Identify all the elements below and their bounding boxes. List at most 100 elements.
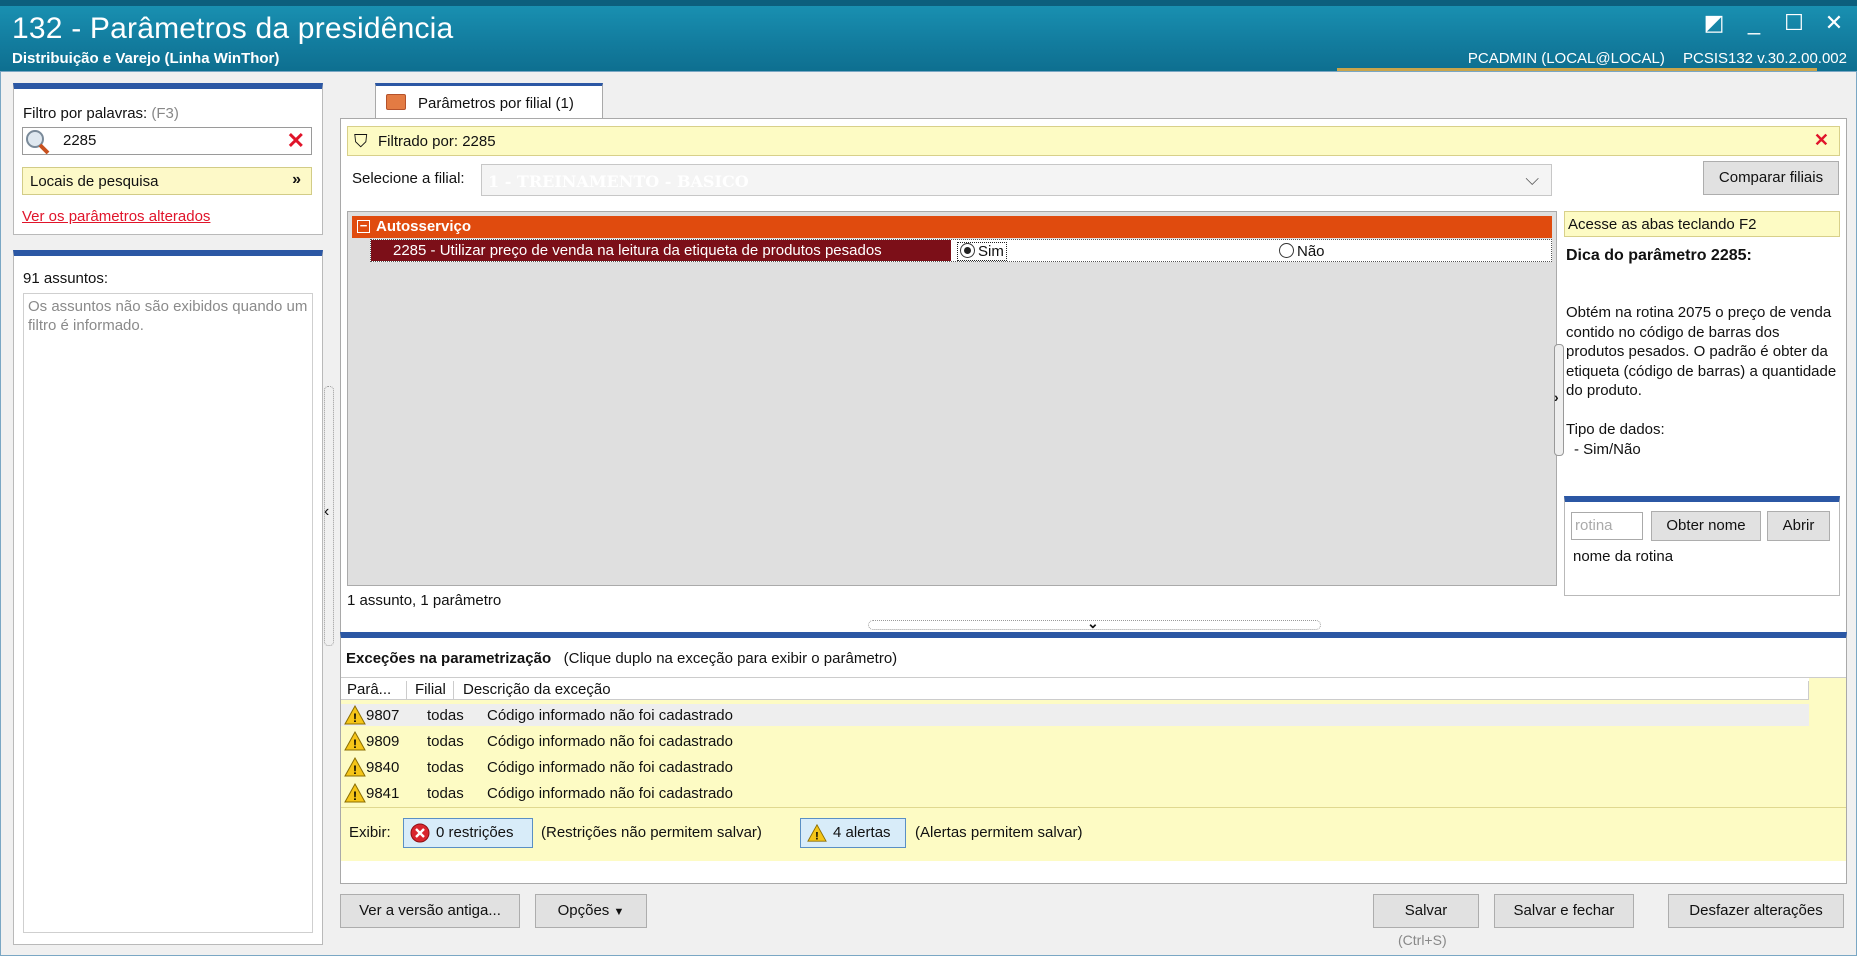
- search-locations-dropdown[interactable]: Locais de pesquisa »: [22, 167, 312, 195]
- subjects-count: 91 assuntos:: [23, 270, 109, 287]
- taskbar-strip: [0, 0, 1857, 6]
- close-icon[interactable]: ✕: [1821, 10, 1847, 36]
- tip-panel: Acesse as abas teclando F2 Dica do parâm…: [1564, 211, 1845, 647]
- tip-text: Obtém na rotina 2075 o preço de venda co…: [1566, 304, 1837, 399]
- warning-icon: !: [344, 783, 366, 803]
- cell-param: 9841: [366, 785, 400, 802]
- svg-text:!: !: [353, 763, 357, 777]
- data-type: Tipo de dados: - Sim/Não: [1566, 420, 1665, 459]
- alerts-note: (Alertas permitem salvar): [915, 824, 1083, 841]
- chevron-down-icon: ⌵: [1525, 169, 1539, 189]
- svg-text:!: !: [353, 711, 357, 725]
- search-locations-label: Locais de pesquisa: [30, 173, 159, 190]
- branch-selected-value: 1 - TREINAMENTO - BASICO: [488, 172, 749, 191]
- window-subtitle: Distribuição e Varejo (Linha WinThor): [12, 50, 280, 67]
- options-label: Opções: [557, 902, 610, 919]
- radio-nao-label: Não: [1297, 243, 1325, 260]
- tip-title: Dica do parâmetro 2285:: [1566, 247, 1752, 264]
- table-row[interactable]: ! 9841 todas Código informado não foi ca…: [341, 782, 1809, 804]
- active-filter-bar: ⛉ Filtrado por: 2285 ✕: [347, 126, 1840, 156]
- alerts-count: 4 alertas: [833, 824, 891, 841]
- column-header-param[interactable]: Parâ...: [347, 681, 391, 699]
- radio-sim-label: Sim: [978, 243, 1004, 260]
- cell-filial: todas: [427, 733, 464, 750]
- changed-params-link[interactable]: Ver os parâmetros alterados: [22, 208, 210, 225]
- subjects-list[interactable]: Os assuntos não são exibidos quando um f…: [23, 293, 313, 933]
- warning-icon: !: [344, 731, 366, 751]
- column-header-filial[interactable]: Filial: [415, 681, 446, 699]
- data-type-label: Tipo de dados:: [1566, 421, 1665, 438]
- cell-param: 9809: [366, 733, 400, 750]
- compare-branches-button[interactable]: Comparar filiais: [1703, 161, 1839, 195]
- save-button[interactable]: Salvar: [1373, 894, 1479, 928]
- double-chevron-down-icon: »: [292, 171, 301, 188]
- subjects-note: Os assuntos não são exibidos quando um f…: [28, 298, 308, 334]
- minimize-icon[interactable]: _: [1741, 10, 1767, 36]
- cell-filial: todas: [427, 785, 464, 802]
- tab-content: ⛉ Filtrado por: 2285 ✕ Selecione a filia…: [340, 118, 1847, 646]
- open-button[interactable]: Abrir: [1767, 511, 1830, 541]
- app-version: PCSIS132 v.30.2.00.002: [1682, 50, 1847, 67]
- group-header[interactable]: − Autosserviço: [352, 216, 1552, 238]
- exceptions-table: Parâ... Filial Descrição da exceção ! 98…: [341, 677, 1846, 807]
- radio-checked-icon: [960, 243, 975, 258]
- title-bar: 132 - Parâmetros da presidência Distribu…: [0, 0, 1857, 71]
- window-controls: ◩ _ ☐ ✕: [1701, 10, 1847, 36]
- branch-label: Selecione a filial:: [352, 170, 465, 187]
- exceptions-subtitle: (Clique duplo na exceção para exibir o p…: [563, 650, 898, 667]
- undo-changes-button[interactable]: Desfazer alterações: [1668, 894, 1844, 928]
- radio-nao[interactable]: Não: [1279, 243, 1325, 260]
- exceptions-footer: Exibir: 0 restrições (Restrições não per…: [341, 807, 1846, 861]
- clear-filter-icon[interactable]: ✕: [287, 128, 305, 154]
- filter-panel: Filtro por palavras: (F3) 2285 ✕ Locais …: [13, 83, 323, 235]
- column-header-desc[interactable]: Descrição da exceção: [463, 681, 611, 699]
- routine-input[interactable]: rotina: [1571, 512, 1643, 540]
- collapse-group-icon[interactable]: −: [357, 219, 370, 233]
- subjects-panel: 91 assuntos: Os assuntos não são exibido…: [13, 250, 323, 945]
- svg-text:!: !: [815, 830, 819, 842]
- maximize-icon[interactable]: ☐: [1781, 10, 1807, 36]
- remove-filter-icon[interactable]: ✕: [1814, 130, 1829, 151]
- table-row[interactable]: ! 9809 todas Código informado não foi ca…: [341, 730, 1809, 752]
- parameters-grid: − Autosserviço 2285 - Utilizar preço de …: [347, 211, 1557, 586]
- table-header: Parâ... Filial Descrição da exceção: [341, 678, 1809, 700]
- save-shortcut: (Ctrl+S): [1398, 932, 1447, 948]
- table-row[interactable]: ! 9807 todas Código informado não foi ca…: [341, 704, 1809, 726]
- show-label: Exibir:: [349, 824, 391, 841]
- active-filter-text: Filtrado por: 2285: [378, 133, 496, 150]
- filter-search-input[interactable]: 2285 ✕: [22, 127, 312, 155]
- collapse-left-icon[interactable]: ‹: [324, 503, 329, 521]
- routine-name-label: nome da rotina: [1573, 548, 1674, 565]
- old-version-button[interactable]: Ver a versão antiga...: [340, 894, 520, 928]
- exceptions-splitter[interactable]: ⌄: [868, 615, 1321, 631]
- options-button[interactable]: Opções ▼: [535, 894, 647, 928]
- routine-box: rotina Obter nome Abrir nome da rotina: [1564, 496, 1840, 596]
- radio-sim[interactable]: Sim: [957, 242, 1007, 261]
- user-info: PCADMIN (LOCAL@LOCAL) PCSIS132 v.30.2.00…: [1454, 50, 1847, 67]
- filter-shortcut-hint: (F3): [151, 105, 179, 122]
- branch-select[interactable]: 1 - TREINAMENTO - BASICO ⌵: [481, 164, 1552, 196]
- restrictions-toggle[interactable]: 0 restrições: [403, 818, 533, 848]
- user-name: PCADMIN (LOCAL@LOCAL): [1467, 50, 1665, 67]
- tip-panel-toggle[interactable]: ›: [1554, 344, 1564, 456]
- table-row[interactable]: ! 9840 todas Código informado não foi ca…: [341, 756, 1809, 778]
- chevron-down-icon[interactable]: ⌄: [1087, 615, 1099, 632]
- radio-unchecked-icon: [1279, 243, 1294, 258]
- warning-icon: !: [344, 757, 366, 777]
- restore-layout-icon[interactable]: ◩: [1701, 10, 1727, 36]
- parameter-row[interactable]: 2285 - Utilizar preço de venda na leitur…: [370, 239, 1552, 262]
- svg-text:!: !: [353, 789, 357, 803]
- exceptions-title: Exceções na parametrização: [346, 650, 552, 667]
- left-panel-splitter[interactable]: ‹: [324, 386, 334, 646]
- grid-status: 1 assunto, 1 parâmetro: [347, 592, 502, 609]
- alerts-toggle[interactable]: ! 4 alertas: [800, 818, 906, 848]
- filter-label: Filtro por palavras: (F3): [23, 105, 179, 122]
- filter-value: 2285: [63, 132, 97, 149]
- get-name-button[interactable]: Obter nome: [1651, 511, 1761, 541]
- tab-params-by-branch[interactable]: Parâmetros por filial (1): [375, 83, 603, 119]
- save-close-button[interactable]: Salvar e fechar: [1494, 894, 1634, 928]
- error-icon: [410, 823, 430, 843]
- cell-filial: todas: [427, 707, 464, 724]
- funnel-icon: ⛉: [354, 131, 368, 151]
- parameter-name: 2285 - Utilizar preço de venda na leitur…: [371, 240, 951, 261]
